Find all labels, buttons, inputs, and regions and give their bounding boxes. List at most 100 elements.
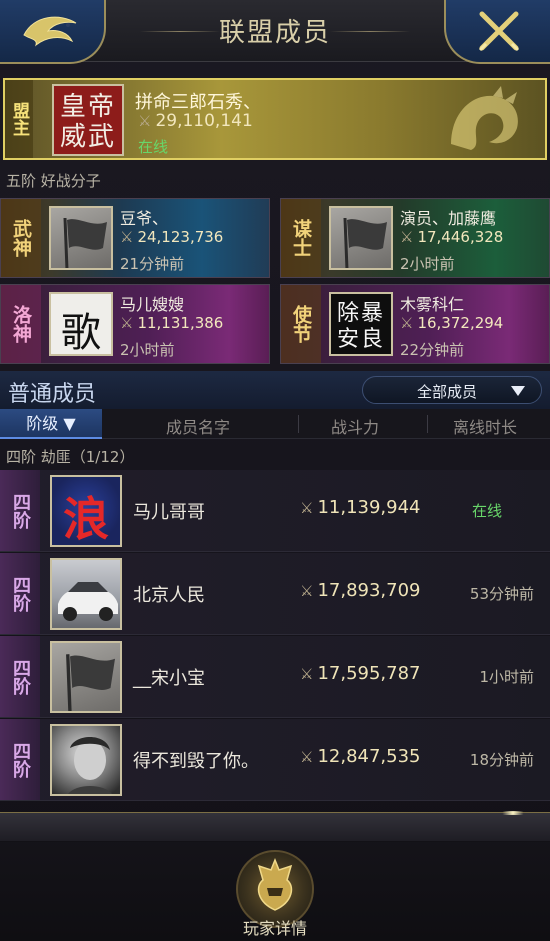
officer-time: 2小时前 (120, 341, 175, 359)
car-photo-avatar (50, 558, 122, 630)
crossed-swords-icon: ⚔ (300, 498, 314, 517)
member-offline-time: 53分钟前 (469, 585, 534, 603)
rank5-label: 五阶 好战分子 (6, 172, 101, 190)
member-avatar-text: 浪 (63, 492, 109, 546)
member-rank-tag: 四阶 (0, 719, 40, 800)
member-power-value: 17,893,709 (317, 580, 421, 601)
officer-power: ⚔ 17,446,328 (400, 228, 503, 246)
officer-avatar-text: 歌 (61, 310, 101, 356)
member-offline-time: 1小时前 (479, 668, 534, 686)
leader-avatar: 皇帝威武 (52, 84, 124, 156)
officer-title: 使节 (290, 305, 312, 343)
member-offline-time: 18分钟前 (469, 751, 534, 769)
dragon-emblem-icon (451, 86, 518, 150)
officer-title: 洛神 (10, 305, 32, 343)
leader-card[interactable]: 盟主 皇帝威武 拼命三郎石秀、 ⚔ 29,110,141 在线 (3, 78, 547, 160)
crossed-swords-icon: ⚔ (300, 581, 314, 600)
officer-title: 武神 (10, 219, 32, 257)
officer-avatar-text: 除暴安良 (336, 301, 385, 352)
default-flag-avatar (49, 206, 113, 270)
flag-icon (343, 217, 387, 268)
portrait-avatar (50, 724, 122, 796)
close-button[interactable] (444, 0, 550, 64)
member-rank-tag: 四阶 (0, 553, 40, 634)
chevron-down-icon (511, 386, 525, 396)
person-portrait-icon (68, 737, 112, 794)
officer-name: 演员、加藤鹰 (400, 209, 497, 228)
officer-power: ⚔ 24,123,736 (120, 228, 223, 246)
member-name: 北京人民 (133, 585, 205, 606)
member-rank: 四阶 (10, 741, 31, 778)
officer-power-value: 11,131,386 (137, 314, 224, 332)
crossed-swords-icon: ⚔ (300, 664, 314, 683)
car-icon (58, 582, 118, 621)
crossed-swords-icon: ⚔ (400, 314, 414, 332)
member-rank: 四阶 (10, 492, 31, 529)
member-power: ⚔ 11,139,944 (300, 497, 421, 518)
member-row[interactable]: 四阶 浪 马儿哥哥 ⚔ 11,139,944 在线 (0, 470, 550, 552)
column-power[interactable]: 战斗力 (300, 414, 410, 438)
officer-time: 22分钟前 (400, 341, 465, 359)
member-rank: 四阶 (10, 575, 31, 612)
officer-power: ⚔ 16,372,294 (400, 314, 503, 332)
crossed-swords-icon: ⚔ (120, 314, 134, 332)
member-row[interactable]: 四阶 __宋小宝 ⚔ 17,595,787 1小时前 (0, 636, 550, 718)
filter-label: 全部成员 (417, 383, 478, 401)
player-details-label: 玩家详情 (242, 919, 307, 938)
officer-avatar: 除暴安良 (329, 292, 393, 356)
member-name: __宋小宝 (133, 668, 205, 689)
officer-title-tag: 武神 (1, 199, 41, 277)
flag-icon (63, 217, 107, 268)
officer-title-tag: 洛神 (1, 285, 41, 363)
crossed-swords-icon: ⚔ (138, 112, 152, 130)
leader-avatar-text: 皇帝威武 (59, 92, 116, 152)
column-offline[interactable]: 离线时长 (430, 414, 540, 438)
member-rank-tag: 四阶 (0, 470, 40, 551)
member-power: ⚔ 17,595,787 (300, 663, 421, 684)
officer-card-luoshen[interactable]: 洛神 歌 马儿嫂嫂 ⚔ 11,131,386 2小时前 (0, 284, 270, 364)
crossed-swords-icon: ⚔ (400, 228, 414, 246)
crossed-swords-icon: ⚔ (120, 228, 134, 246)
leader-status: 在线 (138, 138, 169, 156)
officer-title-tag: 使节 (281, 285, 321, 363)
flag-icon (66, 654, 115, 711)
officer-power: ⚔ 11,131,386 (120, 314, 223, 332)
leader-power-value: 29,110,141 (155, 111, 253, 131)
title-deco-right (330, 31, 410, 32)
column-name[interactable]: 成员名字 (128, 414, 268, 438)
alliance-members-screen: 联盟成员 盟主 皇帝威武 拼命三郎石秀、 ⚔ 29,110,141 在线 五阶 … (0, 0, 550, 941)
sort-down-icon: ▼ (63, 414, 76, 433)
officer-card-wushen[interactable]: 武神 豆爷、 ⚔ 24,123,736 21分钟前 (0, 198, 270, 278)
officer-card-moushi[interactable]: 谋士 演员、加藤鹰 ⚔ 17,446,328 2小时前 (280, 198, 550, 278)
column-rank-label: 阶级 (26, 414, 59, 433)
officer-card-shijie[interactable]: 使节 除暴安良 木雾科仁 ⚔ 16,372,294 22分钟前 (280, 284, 550, 364)
sort-by-rank-tab[interactable]: 阶级 ▼ (0, 409, 102, 439)
rank4-group-label: 四阶 劫匪（1/12） (6, 448, 135, 466)
member-row[interactable]: 四阶 得不到毁了你。 ⚔ 12,847,535 18分钟前 (0, 719, 550, 801)
column-divider (427, 415, 428, 433)
normal-members-bar: 普通成员 全部成员 (0, 371, 550, 409)
default-flag-avatar (329, 206, 393, 270)
leader-rank-label: 盟主 (9, 102, 29, 136)
leader-power: ⚔ 29,110,141 (138, 111, 253, 131)
member-name: 得不到毁了你。 (133, 751, 259, 772)
leader-rank-tag: 盟主 (5, 80, 33, 158)
officer-name: 豆爷、 (120, 209, 169, 228)
member-power: ⚔ 12,847,535 (300, 746, 421, 767)
warrior-helmet-icon (257, 857, 293, 911)
member-power-value: 17,595,787 (317, 663, 421, 684)
member-status: 在线 (471, 502, 502, 520)
member-row[interactable]: 四阶 北京人民 ⚔ 17,893,709 53分钟前 (0, 553, 550, 635)
crossed-swords-icon: ⚔ (300, 747, 314, 766)
officer-power-value: 24,123,736 (137, 228, 224, 246)
member-rank: 四阶 (10, 658, 31, 695)
default-flag-avatar (50, 641, 122, 713)
member-power-value: 11,139,944 (317, 497, 421, 518)
member-power-value: 12,847,535 (317, 746, 421, 767)
member-filter-dropdown[interactable]: 全部成员 (362, 376, 542, 404)
officer-name: 木雾科仁 (400, 295, 465, 314)
header: 联盟成员 (0, 0, 550, 64)
member-power: ⚔ 17,893,709 (300, 580, 421, 601)
officer-time: 2小时前 (400, 255, 455, 273)
officer-title-tag: 谋士 (281, 199, 321, 277)
